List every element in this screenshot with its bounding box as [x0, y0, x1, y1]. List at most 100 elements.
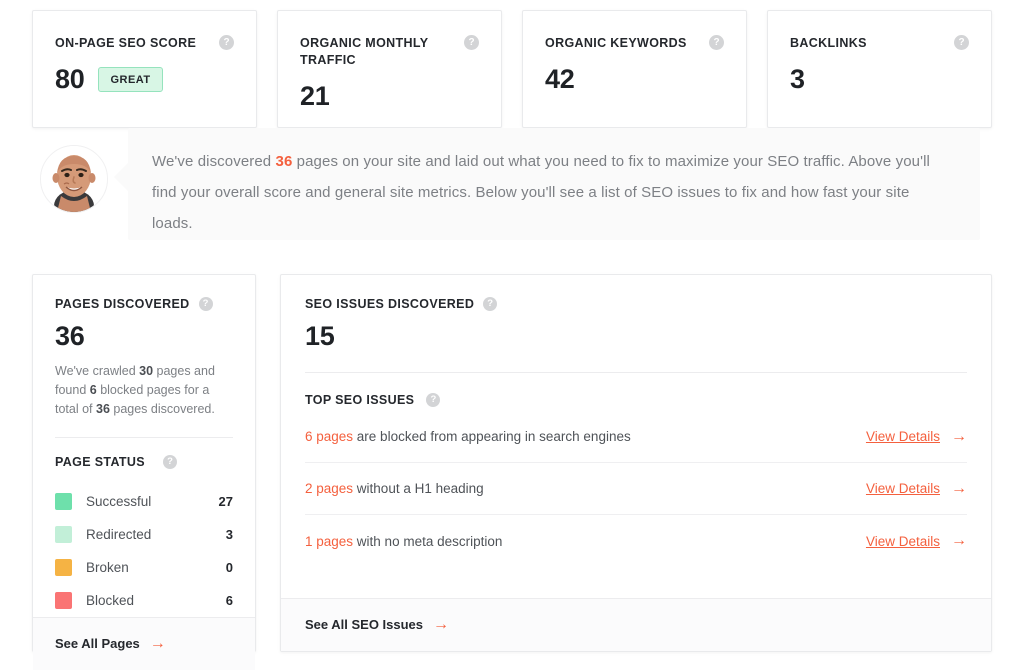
blocked-count: 6 [89, 383, 97, 397]
pages-discovered-title: PAGES DISCOVERED [55, 297, 190, 311]
see-all-seo-issues-link[interactable]: See All SEO Issues → [305, 615, 450, 633]
assistant-message: We've discovered 36 pages on your site a… [40, 128, 980, 245]
status-count: 27 [218, 494, 233, 509]
page-status-list: Successful 27 Redirected 3 Broken 0 Bloc… [55, 485, 233, 617]
issue-detail: with no meta description [353, 533, 503, 549]
issue-row: 2 pages without a H1 heading View Detail… [305, 463, 967, 515]
seo-dashboard: ON-PAGE SEO SCORE ? 80 GREAT ORGANIC MON… [0, 0, 1024, 672]
assistant-text-part-1: We've discovered [152, 153, 276, 170]
status-label: Blocked [86, 593, 135, 608]
page-status-title: PAGE STATUS [55, 455, 145, 469]
view-details-link[interactable]: View Details → [866, 533, 967, 549]
issue-row: 6 pages are blocked from appearing in se… [305, 411, 967, 463]
issue-count: 2 pages [305, 481, 354, 496]
seo-issues-value: 15 [305, 321, 335, 351]
avatar-image [41, 146, 107, 212]
issues-card-body: SEO ISSUES DISCOVERED ? 15 TOP SEO ISSUE… [281, 275, 991, 598]
status-label: Successful [86, 494, 152, 509]
color-swatch-redirected [55, 526, 72, 543]
metric-value: 42 [545, 63, 575, 94]
seo-issues-title: SEO ISSUES DISCOVERED [305, 297, 475, 311]
status-count: 0 [225, 560, 233, 575]
metric-card-backlinks: BACKLINKS ? 3 [767, 10, 992, 128]
metric-value-row: 3 [790, 64, 969, 95]
pages-card-footer: See All Pages → [33, 617, 255, 670]
divider [305, 372, 967, 373]
metric-title: ORGANIC MONTHLY TRAFFIC [300, 36, 429, 67]
view-details-link[interactable]: View Details → [865, 427, 967, 445]
status-row-broken[interactable]: Broken 0 [55, 551, 233, 584]
seo-issues-header: SEO ISSUES DISCOVERED ? [305, 297, 967, 311]
help-icon[interactable]: ? [954, 35, 969, 50]
color-swatch-successful [55, 493, 72, 510]
metric-header: BACKLINKS ? [790, 35, 969, 52]
metrics-row: ON-PAGE SEO SCORE ? 80 GREAT ORGANIC MON… [32, 10, 992, 128]
page-status-header: PAGE STATUS ? [55, 455, 233, 469]
issue-count: 6 pages [305, 429, 354, 444]
issue-description: 1 pages with no meta description [305, 534, 502, 549]
help-icon[interactable]: ? [219, 35, 234, 50]
see-all-pages-link[interactable]: See All Pages → [55, 634, 166, 652]
assistant-pages-count: 36 [275, 153, 293, 170]
avatar [40, 145, 108, 213]
help-icon[interactable]: ? [162, 455, 177, 469]
help-icon[interactable]: ? [483, 297, 498, 311]
status-row-redirected[interactable]: Redirected 3 [55, 518, 233, 551]
metric-header: ORGANIC MONTHLY TRAFFIC ? [300, 35, 479, 69]
status-row-blocked[interactable]: Blocked 6 [55, 584, 233, 617]
help-icon[interactable]: ? [426, 393, 441, 407]
metric-value: 80 [55, 63, 85, 94]
metric-header: ON-PAGE SEO SCORE ? [55, 35, 234, 52]
arrow-right-icon: → [433, 615, 450, 633]
metric-value: 21 [300, 80, 330, 111]
metric-card-organic-monthly-traffic: ORGANIC MONTHLY TRAFFIC ? 21 [277, 10, 502, 128]
seo-issues-card: SEO ISSUES DISCOVERED ? 15 TOP SEO ISSUE… [280, 274, 992, 652]
color-swatch-broken [55, 559, 72, 576]
total-count: 36 [96, 402, 110, 416]
metric-title: BACKLINKS [790, 36, 867, 50]
status-label: Redirected [86, 527, 152, 542]
help-icon[interactable]: ? [709, 35, 724, 50]
issues-list: 6 pages are blocked from appearing in se… [305, 411, 967, 567]
divider [55, 437, 233, 438]
view-details-label: View Details [865, 429, 940, 444]
help-icon[interactable]: ? [464, 35, 479, 50]
issues-card-footer: See All SEO Issues → [281, 598, 991, 651]
color-swatch-blocked [55, 592, 72, 609]
issue-description: 6 pages are blocked from appearing in se… [305, 429, 631, 444]
metric-value: 3 [790, 63, 805, 94]
metric-value-row: 42 [545, 64, 724, 95]
metric-card-on-page-seo-score: ON-PAGE SEO SCORE ? 80 GREAT [32, 10, 257, 128]
crawl-summary: We've crawled 30 pages and found 6 block… [55, 362, 233, 419]
issue-description: 2 pages without a H1 heading [305, 481, 484, 496]
status-label: Broken [86, 560, 129, 575]
metric-value-row: 21 [300, 81, 479, 112]
arrow-right-icon: → [951, 479, 967, 497]
arrow-right-icon: → [951, 427, 967, 445]
issue-row: 1 pages with no meta description View De… [305, 515, 967, 567]
view-details-link[interactable]: View Details → [866, 479, 967, 497]
help-icon[interactable]: ? [198, 297, 213, 311]
issue-count: 1 pages [305, 533, 354, 549]
crawl-text-part-4: pages discovered. [109, 402, 215, 416]
pages-discovered-card: PAGES DISCOVERED ? 36 We've crawled 30 p… [32, 274, 256, 670]
pages-discovered-header: PAGES DISCOVERED ? [55, 297, 233, 311]
assistant-bubble: We've discovered 36 pages on your site a… [114, 128, 980, 240]
status-badge: GREAT [98, 66, 163, 92]
see-all-seo-issues-label: See All SEO Issues [305, 617, 424, 632]
metric-title: ORGANIC KEYWORDS [545, 36, 687, 50]
top-seo-issues-header: TOP SEO ISSUES ? [305, 393, 967, 407]
crawl-text-part-1: We've crawled [55, 364, 140, 378]
issue-detail: without a H1 heading [353, 481, 484, 496]
see-all-pages-label: See All Pages [55, 636, 140, 651]
metric-header: ORGANIC KEYWORDS ? [545, 35, 724, 52]
pages-card-body: PAGES DISCOVERED ? 36 We've crawled 30 p… [33, 275, 255, 617]
crawled-count: 30 [139, 364, 154, 378]
lower-cards: PAGES DISCOVERED ? 36 We've crawled 30 p… [32, 274, 992, 670]
metric-card-organic-keywords: ORGANIC KEYWORDS ? 42 [522, 10, 747, 128]
status-count: 6 [225, 593, 233, 608]
status-row-successful[interactable]: Successful 27 [55, 485, 233, 518]
issue-detail: are blocked from appearing in search eng… [353, 429, 631, 444]
arrow-right-icon: → [149, 634, 166, 652]
status-count: 3 [225, 527, 233, 542]
